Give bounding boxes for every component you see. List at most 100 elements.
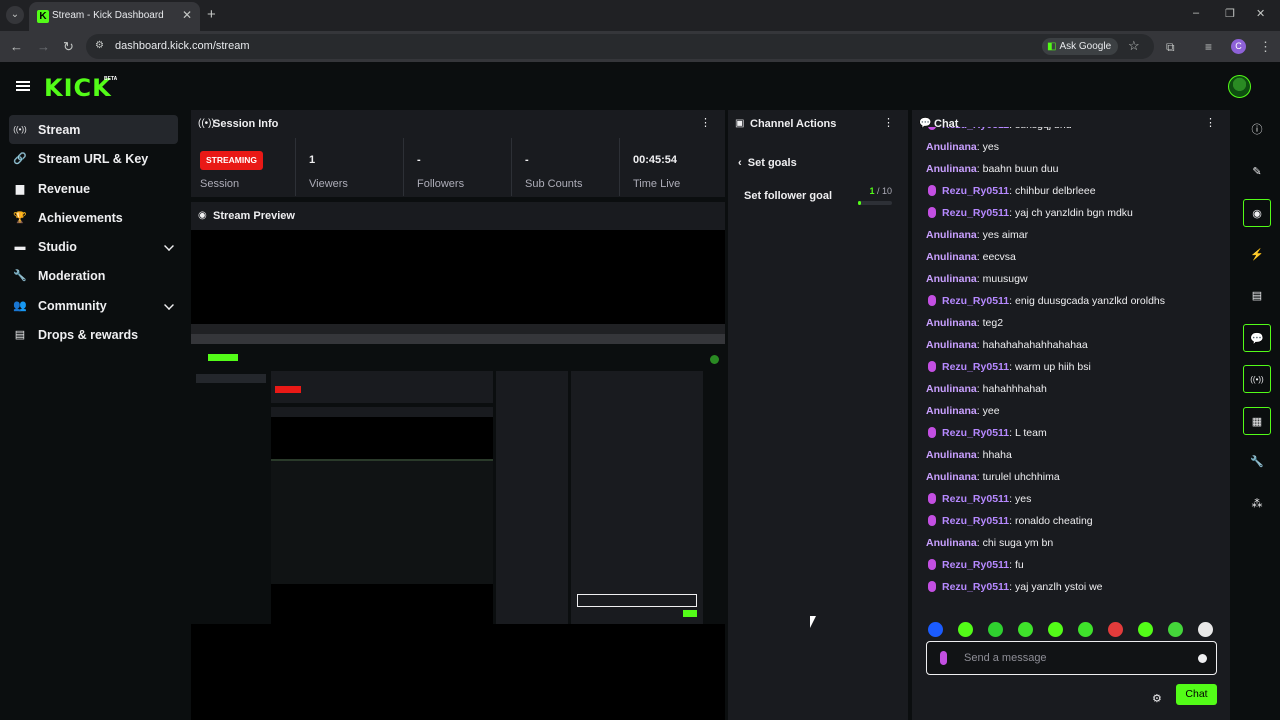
sidebar-item-achievements[interactable]: 🏆 Achievements: [9, 203, 178, 232]
session-info-panel: ((•)) Session Info ⋮ STREAMING Session 1…: [191, 110, 725, 197]
lightning-icon[interactable]: ⚡: [1243, 241, 1271, 269]
stat-value: -: [525, 154, 529, 166]
preview-streaming-badge: [275, 386, 301, 393]
chat-username[interactable]: Rezu_Ry0511: [942, 559, 1009, 571]
emote-icon[interactable]: [1168, 622, 1183, 637]
emote-icon[interactable]: [1108, 622, 1123, 637]
session-status-cell: STREAMING Session: [191, 138, 295, 196]
chat-username[interactable]: Anulinana: [926, 163, 977, 175]
camera-icon[interactable]: ◉: [1243, 199, 1271, 227]
forward-arrow-icon[interactable]: →: [37, 39, 50, 54]
close-tab-icon[interactable]: ✕: [182, 8, 192, 22]
close-window-button[interactable]: ✕: [1256, 7, 1265, 20]
chevron-down-icon[interactable]: [164, 241, 174, 252]
chat-message-text: yes: [1014, 493, 1032, 505]
sidebar-item-studio[interactable]: ▬ Studio: [9, 232, 178, 261]
chat-message-text: baahn buun duu: [982, 163, 1059, 175]
nodes-icon[interactable]: ⁂: [1243, 490, 1271, 518]
sidebar-item-moderation[interactable]: 🔧 Moderation: [9, 261, 178, 290]
chat-username[interactable]: Anulinana: [926, 537, 977, 549]
browser-tab[interactable]: K Stream - Kick Dashboard ✕: [29, 2, 200, 31]
address-bar[interactable]: ⚙ dashboard.kick.com/stream ◧ Ask Google …: [86, 34, 1154, 59]
sidebar-item-stream[interactable]: ((•)) Stream: [9, 115, 178, 145]
chat-username[interactable]: Rezu_Ry0511: [942, 295, 1009, 307]
chevron-down-icon[interactable]: [164, 299, 174, 310]
follower-goal-label[interactable]: Set follower goal: [744, 190, 832, 202]
broadcast-icon[interactable]: ((•)): [1243, 365, 1271, 393]
emote-icon[interactable]: [1048, 622, 1063, 637]
chat-message-text: hahahahahahhahahaa: [982, 339, 1088, 351]
emote-icon[interactable]: [928, 622, 943, 637]
chat-username[interactable]: Anulinana: [926, 273, 977, 285]
chat-username[interactable]: Anulinana: [926, 251, 977, 263]
back-arrow-icon[interactable]: ←: [10, 39, 23, 54]
chat-username[interactable]: Anulinana: [926, 383, 977, 395]
profile-avatar[interactable]: C: [1231, 39, 1246, 54]
emote-icon[interactable]: [1198, 622, 1213, 637]
channel-actions-menu-icon[interactable]: ⋮: [883, 117, 894, 129]
emote-icon[interactable]: [988, 622, 1003, 637]
kick-logo[interactable]: KICK: [44, 74, 112, 102]
chat-username[interactable]: Rezu_Ry0511: [942, 361, 1009, 373]
user-avatar[interactable]: [1228, 75, 1251, 98]
emoji-icon[interactable]: [1198, 654, 1207, 663]
emote-icon[interactable]: [1078, 622, 1093, 637]
chat-username[interactable]: Anulinana: [926, 405, 977, 417]
chat-username[interactable]: Anulinana: [926, 471, 977, 483]
pencil-icon[interactable]: ✎: [1243, 158, 1271, 186]
chat-username[interactable]: Rezu_Ry0511: [942, 515, 1009, 527]
chat-message: Anulinana: hahahhhahah: [926, 378, 1216, 400]
document-icon[interactable]: ▤: [1243, 282, 1271, 310]
chat-send-button[interactable]: Chat: [1176, 684, 1217, 705]
minimize-button[interactable]: –: [1193, 7, 1199, 19]
chat-username[interactable]: Anulinana: [926, 449, 977, 461]
chat-message-text: yes: [982, 141, 999, 153]
session-info-menu-icon[interactable]: ⋮: [700, 117, 711, 129]
sidebar-item-community[interactable]: 👥 Community: [9, 291, 178, 320]
stat-sub-counts: - Sub Counts: [511, 138, 619, 196]
emote-icon[interactable]: [958, 622, 973, 637]
sidebar-item-revenue[interactable]: ▆ Revenue: [9, 174, 178, 203]
stream-preview-video[interactable]: [191, 230, 725, 720]
mic-icon[interactable]: [940, 651, 947, 665]
chat-username[interactable]: Rezu_Ry0511: [942, 127, 1009, 131]
url-text[interactable]: dashboard.kick.com/stream: [115, 40, 250, 52]
emote-icon[interactable]: [1018, 622, 1033, 637]
chat-username[interactable]: Rezu_Ry0511: [942, 207, 1009, 219]
chat-username[interactable]: Rezu_Ry0511: [942, 185, 1009, 197]
chat-settings-gear-icon[interactable]: ⚙: [1152, 692, 1162, 705]
chat-message-list[interactable]: Rezu_Ry0511: sunsgqj bndAnulinana: yesAn…: [926, 127, 1216, 605]
mic-badge-icon: [928, 361, 936, 372]
info-icon[interactable]: ⓘ: [1243, 116, 1271, 144]
emote-icon[interactable]: [1138, 622, 1153, 637]
preview-address-bar: [191, 334, 725, 344]
chat-message-input[interactable]: Send a message: [926, 641, 1217, 675]
media-icon[interactable]: ≡: [1205, 40, 1212, 54]
chat-username[interactable]: Anulinana: [926, 229, 977, 241]
site-info-icon[interactable]: ⚙: [95, 40, 107, 52]
reload-icon[interactable]: ↻: [63, 39, 74, 54]
chat-username[interactable]: Anulinana: [926, 141, 977, 153]
chat-message: Rezu_Ry0511: yaj yanzlh ystoi we: [926, 576, 1216, 598]
chat-bubble-icon[interactable]: 💬: [1243, 323, 1271, 352]
sidebar-item-stream-url-key[interactable]: 🔗 Stream URL & Key: [9, 144, 178, 173]
bookmark-star-icon[interactable]: ☆: [1128, 38, 1140, 54]
tab-search-icon[interactable]: ⌄: [6, 6, 24, 24]
sidebar-item-drops-rewards[interactable]: ▤ Drops & rewards: [9, 320, 178, 349]
chat-username[interactable]: Rezu_Ry0511: [942, 427, 1009, 439]
chat-username[interactable]: Anulinana: [926, 317, 977, 329]
set-goals-back-button[interactable]: ‹ Set goals: [738, 157, 797, 169]
chat-username[interactable]: Rezu_Ry0511: [942, 581, 1009, 593]
new-tab-button[interactable]: +: [207, 6, 216, 23]
layout-icon[interactable]: ▦: [1243, 406, 1271, 435]
chat-username[interactable]: Anulinana: [926, 339, 977, 351]
wrench-icon[interactable]: 🔧: [1243, 448, 1271, 476]
chat-username[interactable]: Rezu_Ry0511: [942, 493, 1009, 505]
ask-google-button[interactable]: ◧ Ask Google: [1042, 38, 1119, 55]
preview-chat-input: [577, 594, 697, 607]
browser-toolbar: ← → ↻ ⚙ dashboard.kick.com/stream ◧ Ask G…: [0, 31, 1280, 62]
browser-menu-icon[interactable]: ⋮: [1259, 39, 1272, 54]
extensions-icon[interactable]: ⧉: [1166, 40, 1175, 54]
restore-button[interactable]: ❐: [1225, 7, 1235, 20]
hamburger-menu-icon[interactable]: [16, 81, 30, 91]
